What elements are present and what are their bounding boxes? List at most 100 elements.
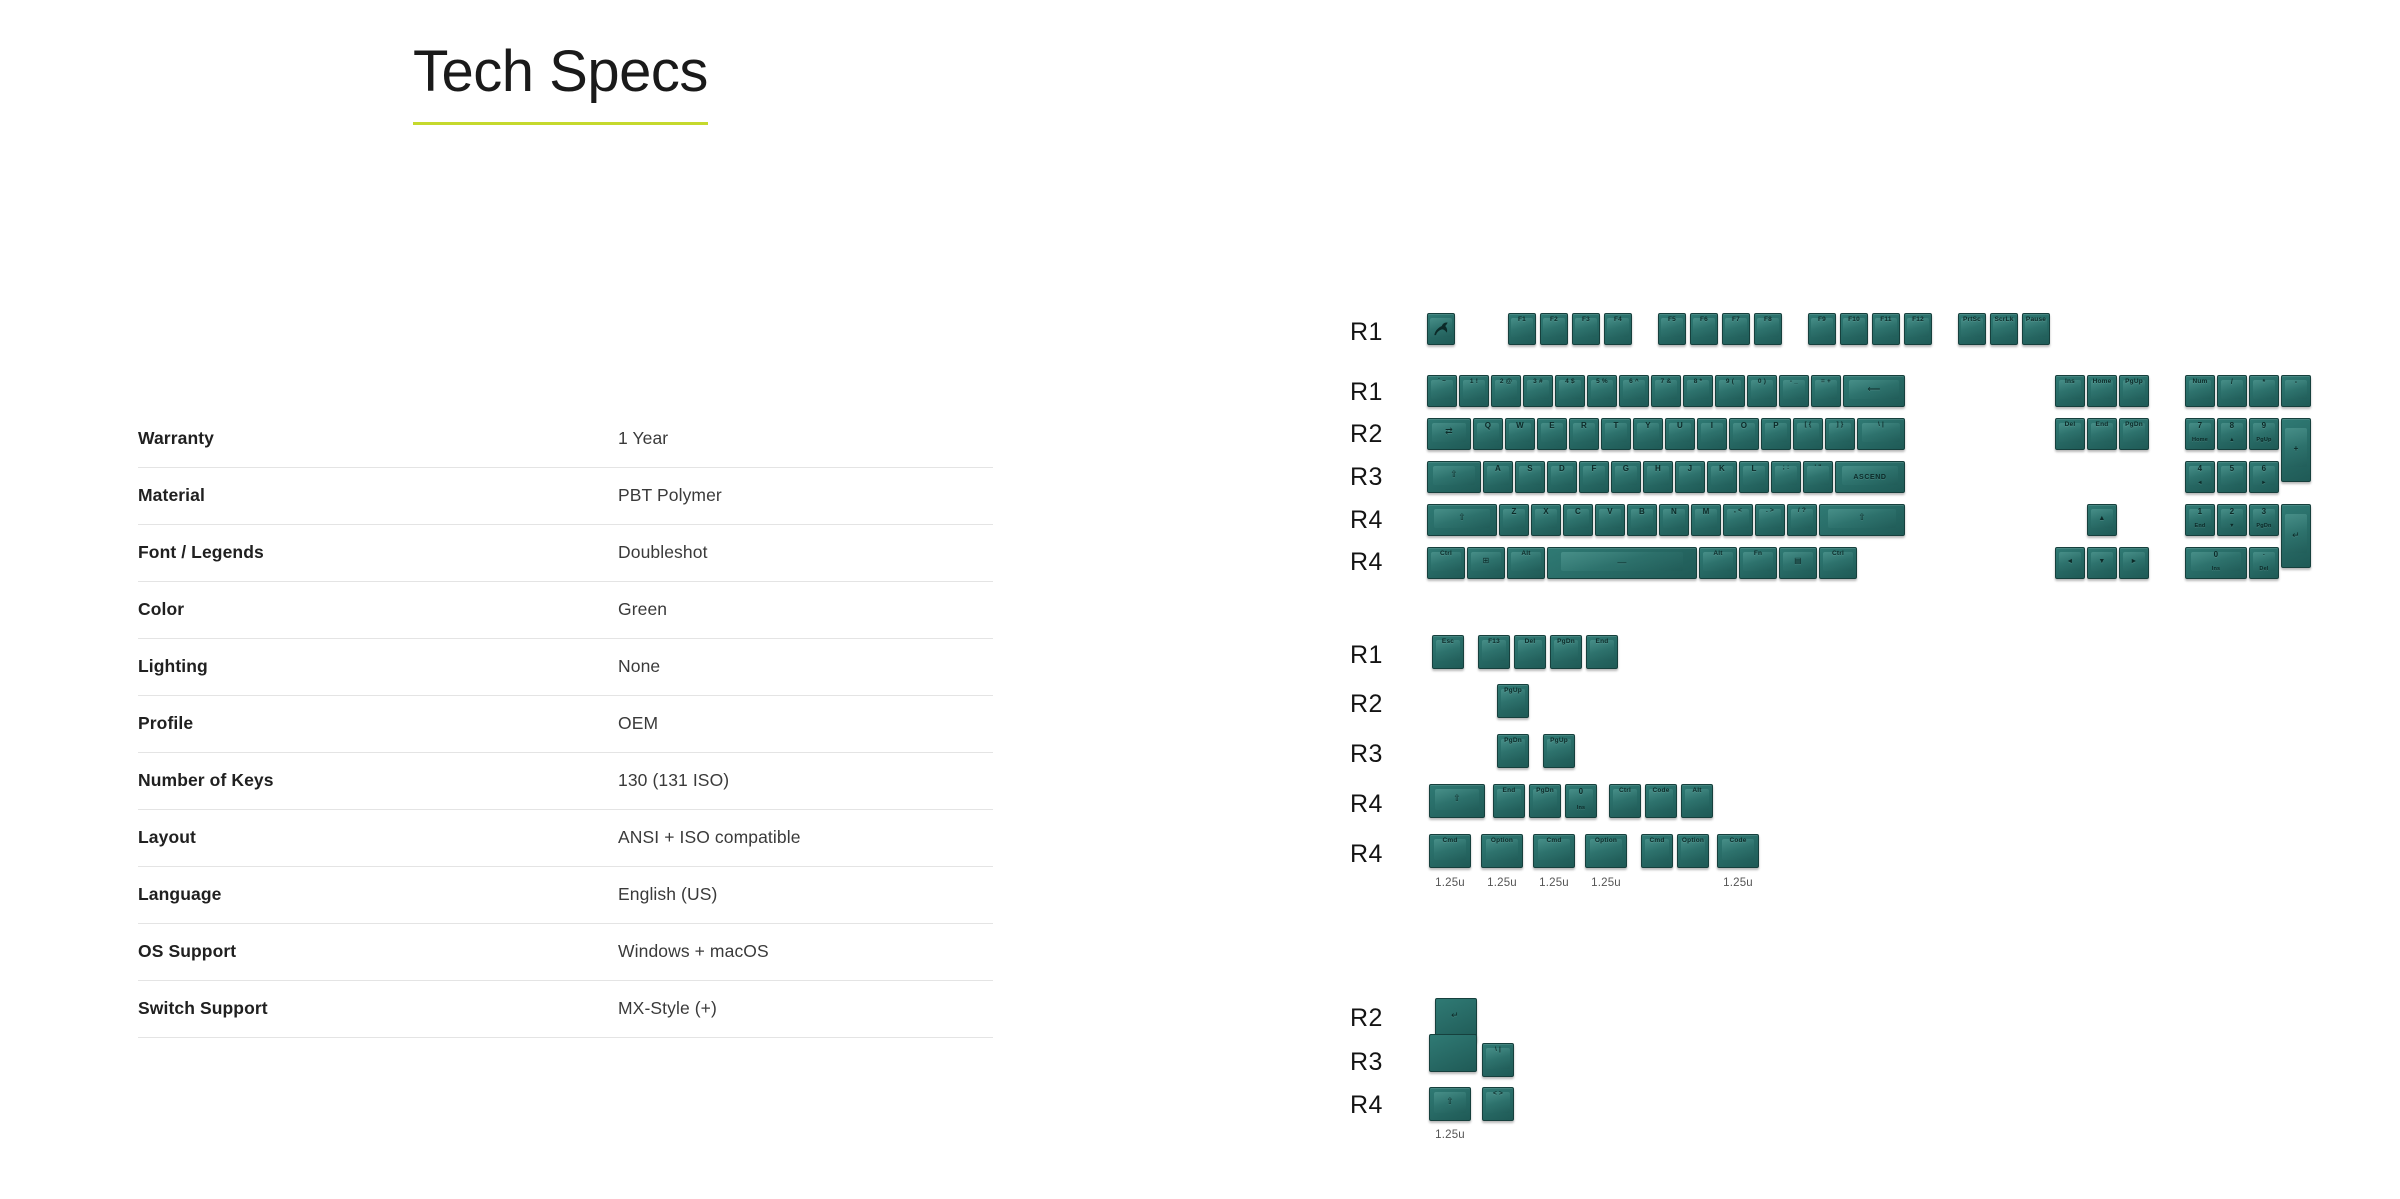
key-windows-left[interactable]: ⊞	[1467, 547, 1505, 579]
key-extra-cmd-2[interactable]: Cmd	[1533, 834, 1575, 868]
key-2[interactable]: 2 @	[1491, 375, 1521, 407]
key-numpad-enter[interactable]: ↵	[2281, 504, 2311, 568]
key-backslash[interactable]: \ |	[1857, 418, 1905, 450]
key-f11[interactable]: F11	[1872, 313, 1900, 345]
key-numpad-8[interactable]: 8 ▲	[2217, 418, 2247, 450]
key-numpad-minus[interactable]: -	[2281, 375, 2311, 407]
key-i[interactable]: I	[1697, 418, 1727, 450]
key-z[interactable]: Z	[1499, 504, 1529, 536]
key-pageup[interactable]: PgUp	[2119, 375, 2149, 407]
key-ctrl-left[interactable]: Ctrl	[1427, 547, 1465, 579]
key-period[interactable]: . >	[1755, 504, 1785, 536]
key-extra-end-r4[interactable]: End	[1493, 784, 1525, 818]
key-4[interactable]: 4 $	[1555, 375, 1585, 407]
key-extra-numpad-0[interactable]: 0 Ins	[1565, 784, 1597, 818]
key-menu[interactable]: ▤	[1779, 547, 1817, 579]
key-numpad-6[interactable]: 6 ►	[2249, 461, 2279, 493]
key-f3[interactable]: F3	[1572, 313, 1600, 345]
key-pause[interactable]: Pause	[2022, 313, 2050, 345]
key-f4[interactable]: F4	[1604, 313, 1632, 345]
key-q[interactable]: Q	[1473, 418, 1503, 450]
key-iso-backslash[interactable]: \ |	[1482, 1043, 1514, 1077]
key-extra-escape[interactable]: Esc	[1432, 635, 1464, 669]
key-d[interactable]: D	[1547, 461, 1577, 493]
key-y[interactable]: Y	[1633, 418, 1663, 450]
key-arrow-right[interactable]: ►	[2119, 547, 2149, 579]
key-numpad-multiply[interactable]: *	[2249, 375, 2279, 407]
key-insert[interactable]: Ins	[2055, 375, 2085, 407]
key-alt-left[interactable]: Alt	[1507, 547, 1545, 579]
key-arrow-up[interactable]: ▲	[2087, 504, 2117, 536]
key-shift-right[interactable]: ⇧	[1819, 504, 1905, 536]
key-t[interactable]: T	[1601, 418, 1631, 450]
key-l[interactable]: L	[1739, 461, 1769, 493]
key-numpad-7[interactable]: 7 Home	[2185, 418, 2215, 450]
key-numpad-plus[interactable]: +	[2281, 418, 2311, 482]
key-c[interactable]: C	[1563, 504, 1593, 536]
key-j[interactable]: J	[1675, 461, 1705, 493]
key-numlock[interactable]: Num	[2185, 375, 2215, 407]
key-space[interactable]: —	[1547, 547, 1697, 579]
key-numpad-divide[interactable]: /	[2217, 375, 2247, 407]
key-equals[interactable]: = +	[1811, 375, 1841, 407]
key-iso-shift[interactable]: ⇧	[1429, 1087, 1471, 1121]
key-printscreen[interactable]: PrtSc	[1958, 313, 1986, 345]
key-0[interactable]: 0 )	[1747, 375, 1777, 407]
key-extra-ctrl[interactable]: Ctrl	[1609, 784, 1641, 818]
key-delete[interactable]: Del	[2055, 418, 2085, 450]
key-f7[interactable]: F7	[1722, 313, 1750, 345]
key-f8[interactable]: F8	[1754, 313, 1782, 345]
key-extra-option-3[interactable]: Option	[1677, 834, 1709, 868]
key-comma[interactable]: , <	[1723, 504, 1753, 536]
key-f1[interactable]: F1	[1508, 313, 1536, 345]
key-p[interactable]: P	[1761, 418, 1791, 450]
key-7[interactable]: 7 &	[1651, 375, 1681, 407]
key-extra-pagedown[interactable]: PgDn	[1550, 635, 1582, 669]
key-a[interactable]: A	[1483, 461, 1513, 493]
key-numpad-1[interactable]: 1 End	[2185, 504, 2215, 536]
key-arrow-left[interactable]: ◄	[2055, 547, 2085, 579]
key-backspace[interactable]: ⟵	[1843, 375, 1905, 407]
key-v[interactable]: V	[1595, 504, 1625, 536]
key-extra-cmd-3[interactable]: Cmd	[1641, 834, 1673, 868]
key-k[interactable]: K	[1707, 461, 1737, 493]
key-alt-right[interactable]: Alt	[1699, 547, 1737, 579]
key-extra-alt[interactable]: Alt	[1681, 784, 1713, 818]
key-arrow-down[interactable]: ▼	[2087, 547, 2117, 579]
key-extra-pageup-r2[interactable]: PgUp	[1497, 684, 1529, 718]
key-bracket-right[interactable]: ] }	[1825, 418, 1855, 450]
key-extra-delete[interactable]: Del	[1514, 635, 1546, 669]
key-extra-code[interactable]: Code	[1645, 784, 1677, 818]
key-x[interactable]: X	[1531, 504, 1561, 536]
key-capslock[interactable]: ⇧	[1427, 461, 1481, 493]
key-bracket-left[interactable]: [ {	[1793, 418, 1823, 450]
key-1[interactable]: 1 !	[1459, 375, 1489, 407]
key-extra-option-2[interactable]: Option	[1585, 834, 1627, 868]
key-f12[interactable]: F12	[1904, 313, 1932, 345]
key-numpad-3[interactable]: 3 PgDn	[2249, 504, 2279, 536]
key-s[interactable]: S	[1515, 461, 1545, 493]
key-extra-pagedown-r3[interactable]: PgDn	[1497, 734, 1529, 768]
key-m[interactable]: M	[1691, 504, 1721, 536]
key-g[interactable]: G	[1611, 461, 1641, 493]
key-extra-cmd-1[interactable]: Cmd	[1429, 834, 1471, 868]
key-e[interactable]: E	[1537, 418, 1567, 450]
key-grave[interactable]: ` ~	[1427, 375, 1457, 407]
key-numpad-decimal[interactable]: . Del	[2249, 547, 2279, 579]
key-enter-ascend[interactable]: ASCEND	[1835, 461, 1905, 493]
key-iso-enter[interactable]: ↵	[1429, 998, 1477, 1072]
key-b[interactable]: B	[1627, 504, 1657, 536]
key-slash[interactable]: / ?	[1787, 504, 1817, 536]
key-r[interactable]: R	[1569, 418, 1599, 450]
key-u[interactable]: U	[1665, 418, 1695, 450]
key-home[interactable]: Home	[2087, 375, 2117, 407]
key-extra-end[interactable]: End	[1586, 635, 1618, 669]
key-numpad-5[interactable]: 5	[2217, 461, 2247, 493]
key-semicolon[interactable]: ; :	[1771, 461, 1801, 493]
key-quote[interactable]: ' "	[1803, 461, 1833, 493]
key-5[interactable]: 5 %	[1587, 375, 1617, 407]
key-f9[interactable]: F9	[1808, 313, 1836, 345]
key-f6[interactable]: F6	[1690, 313, 1718, 345]
key-3[interactable]: 3 #	[1523, 375, 1553, 407]
key-fn[interactable]: Fn	[1739, 547, 1777, 579]
